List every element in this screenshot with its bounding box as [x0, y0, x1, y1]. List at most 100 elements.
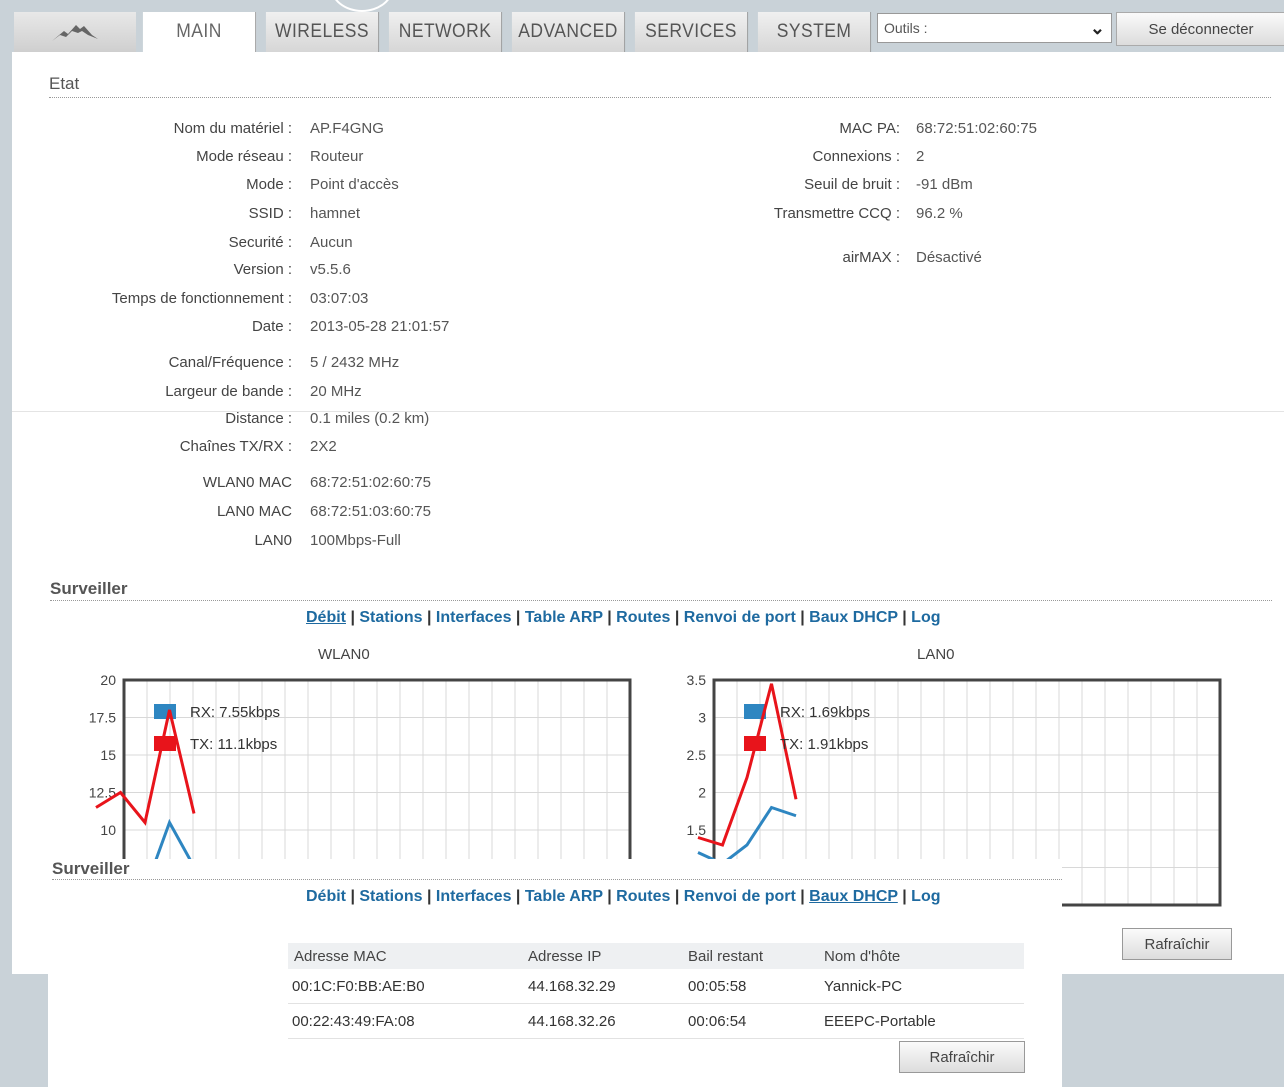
refresh-button[interactable]: Rafraîchir [1122, 928, 1232, 960]
tools-select[interactable]: Outils : ⌄ [877, 13, 1112, 43]
y-tick-label: 15 [100, 747, 116, 763]
link-baux-dhcp[interactable]: Baux DHCP [809, 609, 898, 626]
table-row: 00:1C:F0:BB:AE:B0 44.168.32.29 00:05:58 … [288, 969, 1024, 1004]
tab-system[interactable]: SYSTEM [757, 12, 872, 52]
status-label: LAN0 MAC [216, 503, 292, 520]
status-value: AP.F4GNG [310, 120, 384, 137]
status-label: Mode réseau : [196, 148, 292, 165]
status-value: Aucun [310, 234, 353, 251]
link-table-arp[interactable]: Table ARP [525, 609, 603, 626]
link-table-arp[interactable]: Table ARP [525, 888, 603, 905]
tools-select-value: Outils : [884, 20, 928, 36]
logout-button[interactable]: Se déconnecter [1116, 12, 1284, 46]
divider [52, 879, 1062, 880]
legend-label: TX: 1.91kbps [780, 736, 868, 753]
cell-ip: 44.168.32.29 [528, 969, 688, 1004]
series-line [95, 709, 196, 826]
status-value: Point d'accès [310, 176, 399, 193]
status-label: Connexions : [812, 148, 900, 165]
status-value: v5.5.6 [310, 261, 351, 278]
link-stations[interactable]: Stations [359, 888, 422, 905]
dhcp-section-title: Surveiller [52, 859, 130, 878]
link-routes[interactable]: Routes [616, 609, 670, 626]
dhcp-refresh-button[interactable]: Rafraîchir [899, 1041, 1025, 1073]
legend-label: TX: 11.1kbps [190, 736, 277, 753]
chevron-down-icon: ⌄ [1089, 18, 1105, 38]
monitor-links: Débit | Stations | Interfaces | Table AR… [306, 609, 941, 626]
link-debit[interactable]: Débit [306, 609, 346, 626]
tab-services[interactable]: SERVICES [634, 12, 749, 52]
y-tick-label: 17.5 [89, 710, 116, 726]
ubiquiti-logo-icon[interactable] [14, 12, 136, 52]
legend-swatch [154, 736, 176, 751]
cell-hostname: EEEPC-Portable [824, 1003, 1024, 1039]
divider [49, 97, 1271, 98]
status-value: 0.1 miles (0.2 km) [310, 410, 430, 427]
status-label: Nom du matériel : [173, 120, 292, 137]
status-label: Mode : [246, 176, 292, 193]
status-value: 03:07:03 [310, 290, 369, 307]
status-value: 2 [916, 148, 925, 165]
tab-advanced[interactable]: ADVANCED [511, 12, 626, 52]
y-tick-label: 2.5 [687, 747, 707, 763]
column-header[interactable]: Bail restant [688, 943, 824, 969]
column-header[interactable]: Adresse MAC [288, 943, 528, 969]
link-interfaces[interactable]: Interfaces [436, 888, 512, 905]
status-label: Transmettre CCQ : [773, 205, 900, 222]
cell-mac: 00:1C:F0:BB:AE:B0 [288, 969, 528, 1004]
link-baux-dhcp[interactable]: Baux DHCP [809, 888, 898, 905]
legend-swatch [744, 736, 766, 751]
tab-network[interactable]: NETWORK [388, 12, 503, 52]
status-value: Routeur [310, 148, 364, 165]
y-tick-label: 3.5 [687, 672, 707, 688]
y-tick-label: 2 [698, 785, 706, 801]
dhcp-links: Débit | Stations | Interfaces | Table AR… [306, 888, 941, 905]
status-value: Désactivé [916, 249, 982, 266]
status-value: hamnet [310, 205, 361, 222]
link-renvoi-de-port[interactable]: Renvoi de port [684, 888, 796, 905]
y-tick-label: 1.5 [687, 822, 707, 838]
status-label: SSID : [248, 205, 292, 222]
cell-lease: 00:06:54 [688, 1003, 824, 1039]
status-value: 2013-05-28 21:01:57 [310, 318, 450, 335]
decorative-arc [330, 0, 394, 12]
status-label: Canal/Fréquence : [168, 354, 292, 371]
status-value: 5 / 2432 MHz [310, 354, 400, 371]
link-stations[interactable]: Stations [359, 609, 422, 626]
status-value: 20 MHz [310, 383, 362, 400]
status-label: Temps de fonctionnement : [111, 290, 292, 307]
link-interfaces[interactable]: Interfaces [436, 609, 512, 626]
status-value: 68:72:51:02:60:75 [310, 474, 431, 491]
y-tick-label: 3 [698, 710, 706, 726]
cell-mac: 00:22:43:49:FA:08 [288, 1003, 528, 1039]
link-log[interactable]: Log [911, 609, 940, 626]
tab-wireless[interactable]: WIRELESS [265, 12, 380, 52]
legend-swatch [154, 704, 176, 719]
divider [12, 411, 1284, 412]
link-debit[interactable]: Débit [306, 888, 346, 905]
cell-lease: 00:05:58 [688, 969, 824, 1004]
dhcp-table: Adresse MAC Adresse IP Bail restant Nom … [288, 943, 1024, 1039]
dhcp-leases-panel: Surveiller Débit | Stations | Interfaces… [48, 859, 1062, 1087]
status-label: Date : [251, 318, 292, 335]
monitor-section-title: Surveiller [50, 579, 128, 598]
y-tick-label: 10 [100, 822, 116, 838]
column-header[interactable]: Adresse IP [528, 943, 688, 969]
column-header[interactable]: Nom d'hôte [824, 943, 1024, 969]
chart-wlan0-title: WLAN0 [318, 646, 370, 663]
tab-main[interactable]: MAIN [142, 12, 257, 52]
status-value: 100Mbps-Full [310, 532, 401, 549]
status-label: Distance : [225, 410, 292, 427]
legend-label: RX: 1.69kbps [780, 704, 870, 721]
status-label: Version : [233, 261, 292, 278]
status-label: Chaînes TX/RX : [179, 438, 292, 455]
status-value: 2X2 [310, 438, 337, 455]
link-log[interactable]: Log [911, 888, 940, 905]
link-routes[interactable]: Routes [616, 888, 670, 905]
legend-label: RX: 7.55kbps [190, 704, 280, 721]
link-renvoi-de-port[interactable]: Renvoi de port [684, 609, 796, 626]
status-section-title: Etat [49, 74, 80, 93]
cell-hostname: Yannick-PC [824, 969, 1024, 1004]
status-label: Seuil de bruit : [804, 176, 900, 193]
status-value: 68:72:51:03:60:75 [310, 503, 431, 520]
